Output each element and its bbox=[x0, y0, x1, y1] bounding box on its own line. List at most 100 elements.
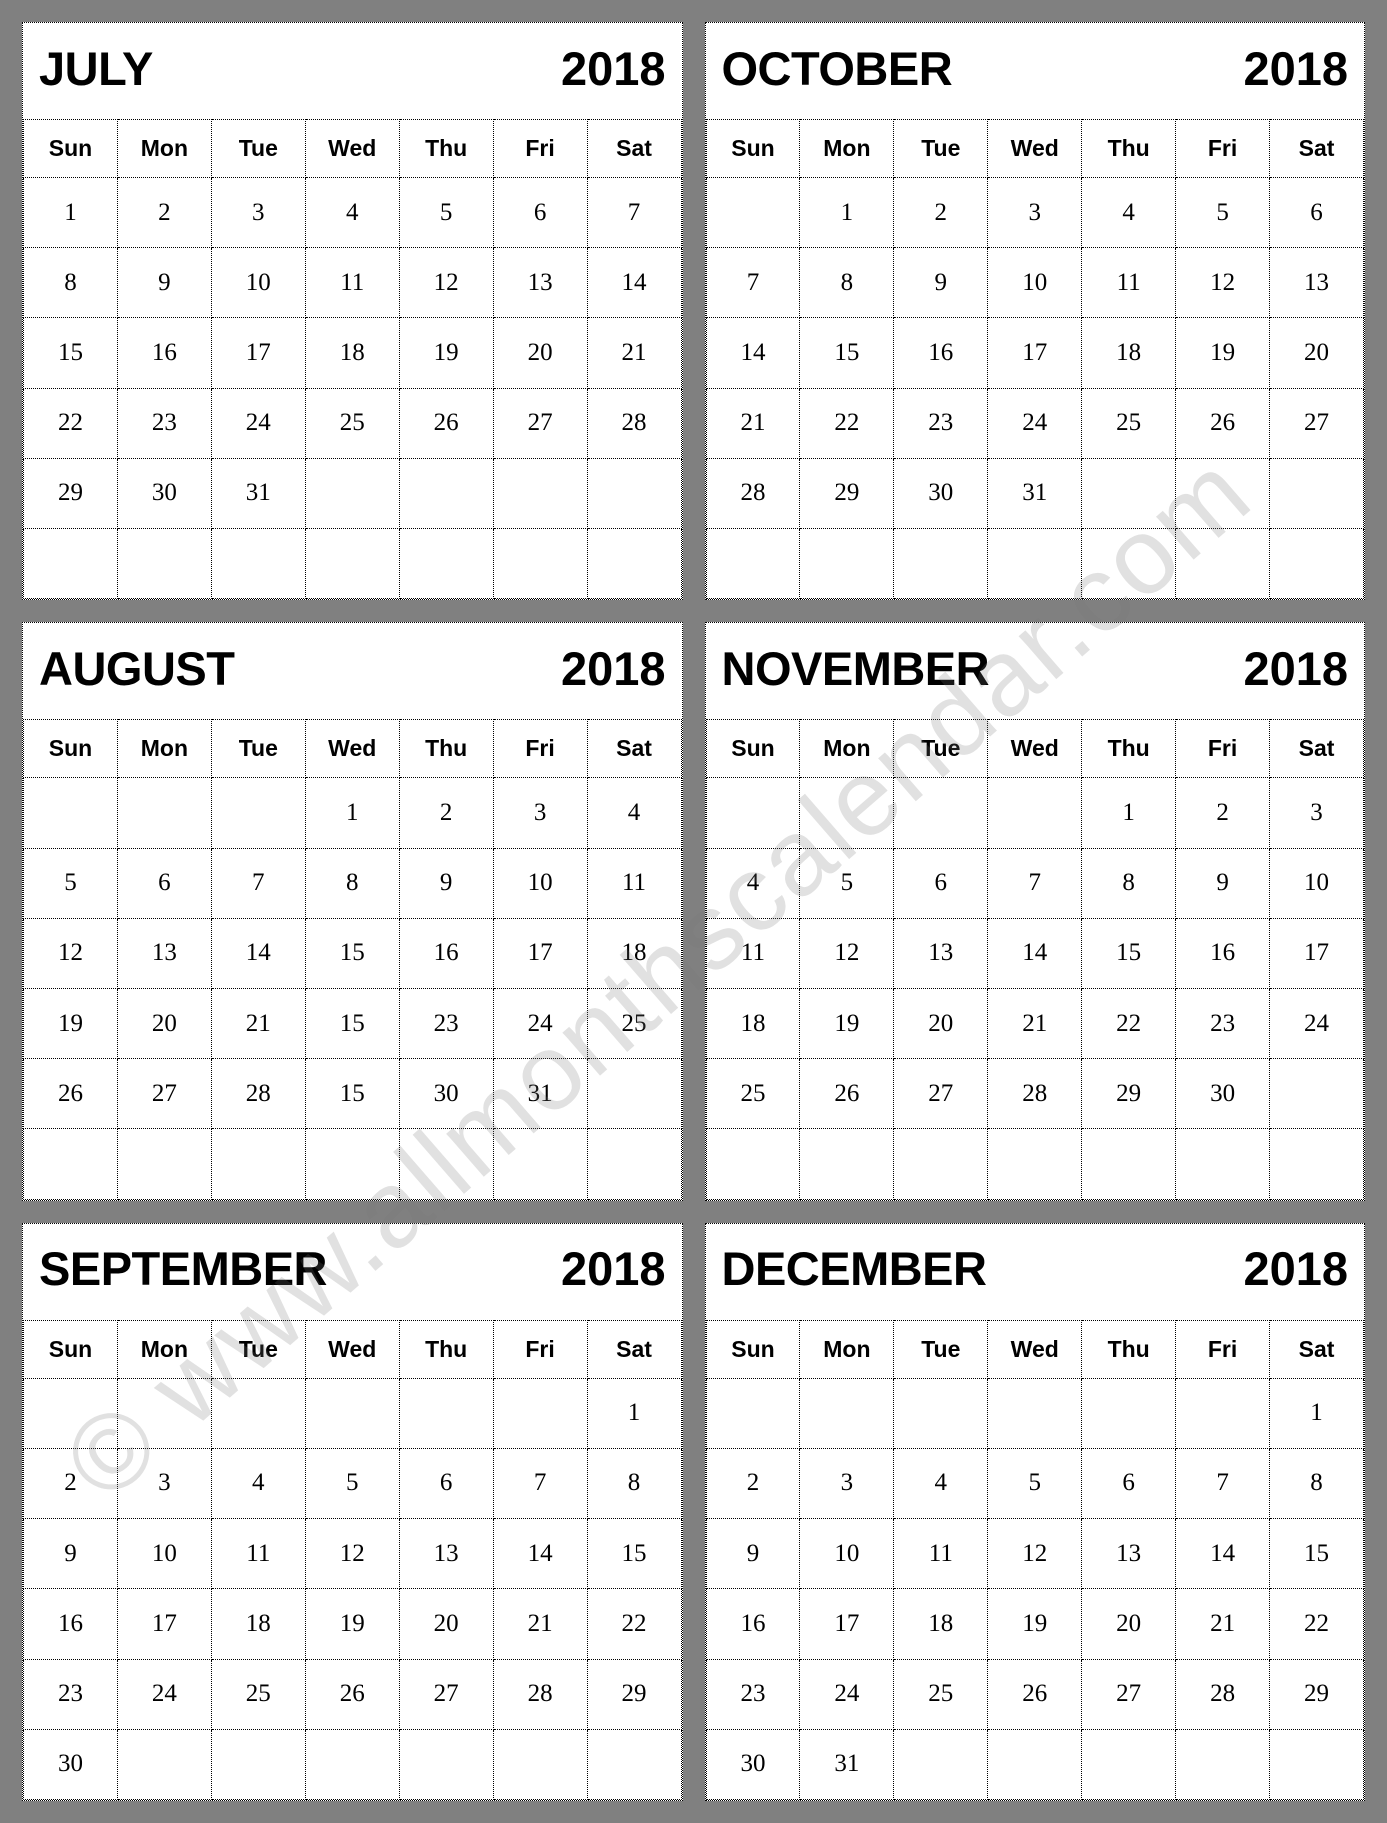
day-cell[interactable]: 24 bbox=[116, 1658, 212, 1730]
day-cell[interactable]: 29 bbox=[1269, 1658, 1364, 1730]
day-cell[interactable]: 22 bbox=[23, 387, 118, 459]
day-cell[interactable]: 5 bbox=[799, 847, 895, 919]
day-cell[interactable]: 16 bbox=[893, 317, 989, 389]
day-cell[interactable]: 26 bbox=[987, 1658, 1083, 1730]
day-cell[interactable]: 19 bbox=[987, 1588, 1083, 1660]
day-cell[interactable]: 6 bbox=[398, 1447, 494, 1520]
day-cell[interactable]: 9 bbox=[116, 247, 212, 319]
day-cell[interactable]: 21 bbox=[1175, 1588, 1271, 1660]
day-cell[interactable]: 2 bbox=[1175, 777, 1271, 849]
day-cell[interactable]: 14 bbox=[586, 247, 682, 319]
day-cell[interactable]: 27 bbox=[116, 1058, 212, 1130]
day-cell[interactable]: 25 bbox=[705, 1058, 801, 1130]
day-cell[interactable]: 5 bbox=[1175, 176, 1271, 249]
day-cell[interactable]: 19 bbox=[1175, 317, 1271, 389]
day-cell[interactable]: 28 bbox=[987, 1058, 1083, 1130]
day-cell[interactable]: 24 bbox=[987, 387, 1083, 459]
day-cell[interactable]: 27 bbox=[1081, 1658, 1177, 1730]
day-cell[interactable]: 29 bbox=[586, 1658, 682, 1730]
day-cell[interactable]: 31 bbox=[210, 457, 306, 530]
day-cell[interactable]: 29 bbox=[799, 457, 895, 530]
day-cell[interactable]: 18 bbox=[210, 1588, 306, 1660]
day-cell[interactable]: 9 bbox=[1175, 847, 1271, 919]
day-cell[interactable]: 1 bbox=[799, 176, 895, 249]
day-cell[interactable]: 7 bbox=[492, 1447, 588, 1520]
day-cell[interactable]: 11 bbox=[893, 1518, 989, 1590]
day-cell[interactable]: 4 bbox=[210, 1447, 306, 1520]
day-cell[interactable]: 26 bbox=[1175, 387, 1271, 459]
day-cell[interactable]: 25 bbox=[1081, 387, 1177, 459]
day-cell[interactable]: 23 bbox=[893, 387, 989, 459]
day-cell[interactable]: 10 bbox=[210, 247, 306, 319]
day-cell[interactable]: 1 bbox=[586, 1377, 682, 1449]
day-cell[interactable]: 2 bbox=[705, 1447, 801, 1520]
day-cell[interactable]: 6 bbox=[893, 847, 989, 919]
day-cell[interactable]: 17 bbox=[492, 917, 588, 989]
day-cell[interactable]: 8 bbox=[586, 1447, 682, 1520]
day-cell[interactable]: 31 bbox=[492, 1058, 588, 1130]
day-cell[interactable]: 28 bbox=[1175, 1658, 1271, 1730]
day-cell[interactable]: 21 bbox=[210, 987, 306, 1060]
day-cell[interactable]: 28 bbox=[492, 1658, 588, 1730]
day-cell[interactable]: 10 bbox=[492, 847, 588, 919]
day-cell[interactable]: 22 bbox=[799, 387, 895, 459]
day-cell[interactable]: 5 bbox=[398, 176, 494, 249]
day-cell[interactable]: 5 bbox=[23, 847, 118, 919]
day-cell[interactable]: 23 bbox=[1175, 987, 1271, 1060]
day-cell[interactable]: 24 bbox=[210, 387, 306, 459]
day-cell[interactable]: 12 bbox=[304, 1518, 400, 1590]
day-cell[interactable]: 8 bbox=[1081, 847, 1177, 919]
day-cell[interactable]: 16 bbox=[1175, 917, 1271, 989]
day-cell[interactable]: 25 bbox=[893, 1658, 989, 1730]
day-cell[interactable]: 17 bbox=[210, 317, 306, 389]
day-cell[interactable]: 28 bbox=[705, 457, 801, 530]
day-cell[interactable]: 13 bbox=[492, 247, 588, 319]
day-cell[interactable]: 10 bbox=[116, 1518, 212, 1590]
day-cell[interactable]: 26 bbox=[304, 1658, 400, 1730]
day-cell[interactable]: 5 bbox=[987, 1447, 1083, 1520]
day-cell[interactable]: 30 bbox=[116, 457, 212, 530]
day-cell[interactable]: 14 bbox=[1175, 1518, 1271, 1590]
day-cell[interactable]: 19 bbox=[23, 987, 118, 1060]
day-cell[interactable]: 16 bbox=[116, 317, 212, 389]
day-cell[interactable]: 3 bbox=[1269, 777, 1364, 849]
day-cell[interactable]: 27 bbox=[398, 1658, 494, 1730]
day-cell[interactable]: 13 bbox=[893, 917, 989, 989]
day-cell[interactable]: 25 bbox=[586, 987, 682, 1060]
day-cell[interactable]: 25 bbox=[210, 1658, 306, 1730]
day-cell[interactable]: 24 bbox=[799, 1658, 895, 1730]
day-cell[interactable]: 11 bbox=[1081, 247, 1177, 319]
day-cell[interactable]: 15 bbox=[304, 987, 400, 1060]
day-cell[interactable]: 2 bbox=[23, 1447, 118, 1520]
day-cell[interactable]: 8 bbox=[799, 247, 895, 319]
day-cell[interactable]: 28 bbox=[586, 387, 682, 459]
day-cell[interactable]: 20 bbox=[893, 987, 989, 1060]
day-cell[interactable]: 9 bbox=[398, 847, 494, 919]
day-cell[interactable]: 6 bbox=[116, 847, 212, 919]
day-cell[interactable]: 14 bbox=[210, 917, 306, 989]
day-cell[interactable]: 11 bbox=[210, 1518, 306, 1590]
day-cell[interactable]: 20 bbox=[116, 987, 212, 1060]
day-cell[interactable]: 26 bbox=[23, 1058, 118, 1130]
day-cell[interactable]: 23 bbox=[705, 1658, 801, 1730]
day-cell[interactable]: 1 bbox=[1081, 777, 1177, 849]
day-cell[interactable]: 20 bbox=[1081, 1588, 1177, 1660]
day-cell[interactable]: 21 bbox=[492, 1588, 588, 1660]
day-cell[interactable]: 15 bbox=[799, 317, 895, 389]
day-cell[interactable]: 3 bbox=[799, 1447, 895, 1520]
day-cell[interactable]: 7 bbox=[210, 847, 306, 919]
day-cell[interactable]: 16 bbox=[23, 1588, 118, 1660]
day-cell[interactable]: 15 bbox=[23, 317, 118, 389]
day-cell[interactable]: 18 bbox=[705, 987, 801, 1060]
day-cell[interactable]: 3 bbox=[987, 176, 1083, 249]
day-cell[interactable]: 11 bbox=[304, 247, 400, 319]
day-cell[interactable]: 29 bbox=[1081, 1058, 1177, 1130]
day-cell[interactable]: 12 bbox=[398, 247, 494, 319]
day-cell[interactable]: 30 bbox=[398, 1058, 494, 1130]
day-cell[interactable]: 4 bbox=[893, 1447, 989, 1520]
day-cell[interactable]: 22 bbox=[1269, 1588, 1364, 1660]
day-cell[interactable]: 12 bbox=[987, 1518, 1083, 1590]
day-cell[interactable]: 13 bbox=[1269, 247, 1364, 319]
day-cell[interactable]: 14 bbox=[987, 917, 1083, 989]
day-cell[interactable]: 18 bbox=[893, 1588, 989, 1660]
